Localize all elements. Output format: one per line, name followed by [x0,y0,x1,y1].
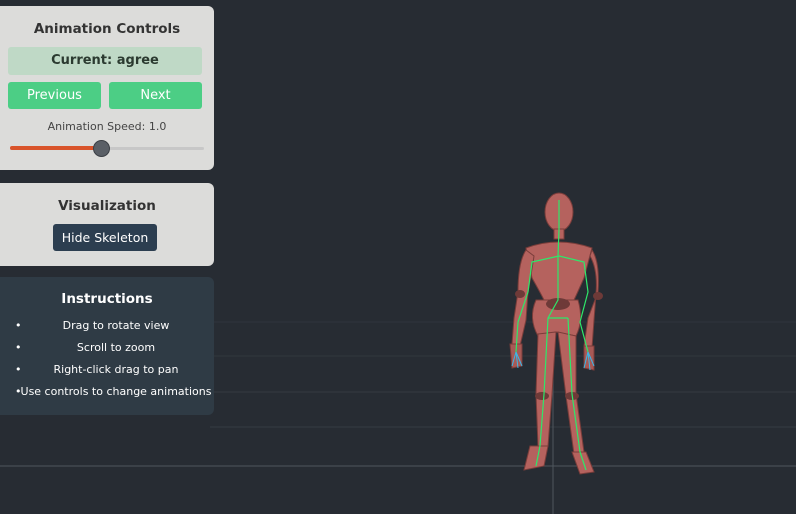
list-item: • Use controls to change animations [0,381,214,403]
animation-speed-slider[interactable] [10,140,204,157]
previous-button[interactable]: Previous [8,82,101,109]
instructions-panel: Instructions • Drag to rotate view • Scrol… [0,277,214,415]
visualization-title: Visualization [58,198,156,214]
instructions-list: • Drag to rotate view • Scroll to zoom • Ri… [0,315,214,403]
visualization-panel: Visualization Hide Skeleton [0,183,214,266]
animation-controls-title: Animation Controls [33,21,181,37]
next-button[interactable]: Next [109,82,202,109]
instructions-title: Instructions [61,291,153,307]
slider-fill [10,146,101,150]
slider-thumb[interactable] [93,140,110,157]
hide-skeleton-button[interactable]: Hide Skeleton [53,224,157,251]
list-item: • Right-click drag to pan [0,359,214,381]
character-model[interactable] [509,192,603,475]
list-item: • Drag to rotate view [0,315,214,337]
list-item: • Scroll to zoom [0,337,214,359]
animation-controls-panel: Animation Controls Current: agree Previo… [0,6,214,170]
animation-speed-label: Animation Speed: 1.0 [47,120,167,133]
current-animation-label: Current: agree [8,47,202,75]
